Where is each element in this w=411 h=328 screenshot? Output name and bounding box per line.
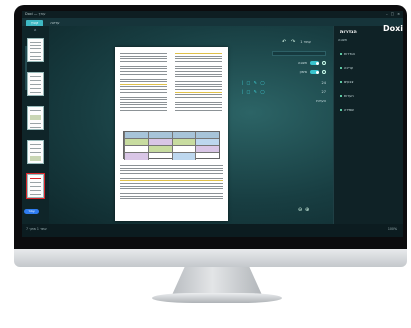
format-icons[interactable]: | □ ✎ ◯: [242, 89, 266, 95]
redo-icon[interactable]: ↷: [291, 39, 295, 45]
format-icons[interactable]: | □ ✎ ◯: [242, 80, 266, 86]
monitor-stand-base: [152, 293, 282, 303]
window-titlebar: Doxi — עורך – □ ×: [22, 11, 403, 18]
font-size-row[interactable]: 24: [322, 81, 326, 85]
text-column-right: [175, 53, 222, 112]
status-bar: עמוד 1 מתוך 7 100%: [22, 224, 403, 237]
sidebar-item-settings[interactable]: הגדרות: [340, 52, 355, 56]
minimize-icon[interactable]: –: [386, 12, 388, 16]
close-icon[interactable]: ×: [397, 12, 400, 16]
page-thumbnail[interactable]: [27, 72, 44, 96]
undo-icon[interactable]: ↶: [282, 39, 286, 45]
monitor-stand-neck: [172, 267, 262, 295]
zoom-status: 100%: [387, 227, 397, 231]
right-sidebar: הגדרות תצוגה הגדרות עריכה צבעים הערות שמ…: [333, 26, 403, 224]
mark-toggle-row[interactable]: סימון: [300, 70, 326, 75]
window-title: Doxi — עורך: [25, 12, 46, 17]
search-field[interactable]: [272, 51, 326, 56]
app-screen: Doxi — עורך – □ × קובץ עריכה ⌃ עמוד ↶ ↷ …: [22, 11, 403, 237]
page-thumbnail[interactable]: [27, 140, 44, 164]
page-thumbnail-selected[interactable]: [26, 173, 45, 199]
page-thumbnail[interactable]: [27, 106, 44, 130]
chevron-up-icon[interactable]: ⌃: [33, 29, 38, 35]
page-label: עמוד 1: [300, 40, 311, 44]
page-thumbnails-panel: ⌃ עמוד: [22, 26, 49, 224]
sidebar-item-edit[interactable]: עריכה: [340, 66, 353, 70]
text-column-left: [120, 53, 167, 112]
display-toggle[interactable]: [310, 61, 319, 66]
line-height-row[interactable]: 27: [322, 90, 326, 94]
sidebar-subtitle: תצוגה: [338, 38, 348, 42]
zoom-out-icon[interactable]: ⊖: [298, 207, 302, 213]
mark-toggle[interactable]: [310, 70, 319, 75]
page-status: עמוד 1 מתוך 7: [26, 227, 47, 231]
notes-row[interactable]: הערות: [316, 99, 326, 103]
circle-icon[interactable]: [322, 70, 326, 75]
circle-icon[interactable]: [322, 61, 326, 66]
sidebar-item-notes[interactable]: הערות: [340, 94, 354, 98]
tab-strip: קובץ עריכה: [22, 18, 403, 26]
display-toggle-row[interactable]: תצוגה: [298, 61, 326, 66]
zoom-in-icon[interactable]: ⊕: [305, 207, 309, 213]
sidebar-item-colors[interactable]: צבעים: [340, 80, 353, 84]
page-thumbnail[interactable]: [27, 38, 44, 62]
monitor-chin: [14, 249, 407, 267]
sidebar-header: הגדרות: [340, 29, 357, 35]
document-page[interactable]: [115, 47, 228, 221]
sidebar-item-save[interactable]: שמירה: [340, 108, 354, 112]
app-logo: Doxi: [383, 24, 403, 33]
page-badge[interactable]: עמוד: [24, 209, 39, 214]
document-toolbar: ↶ ↷ עמוד 1: [50, 39, 315, 47]
maximize-icon[interactable]: □: [391, 12, 394, 16]
formatting-controls: תצוגה סימון 24 | □ ✎ ◯ 27 | □ ✎ ◯ הערות: [228, 48, 328, 128]
document-table: [123, 131, 220, 160]
document-body-text: [120, 165, 223, 201]
